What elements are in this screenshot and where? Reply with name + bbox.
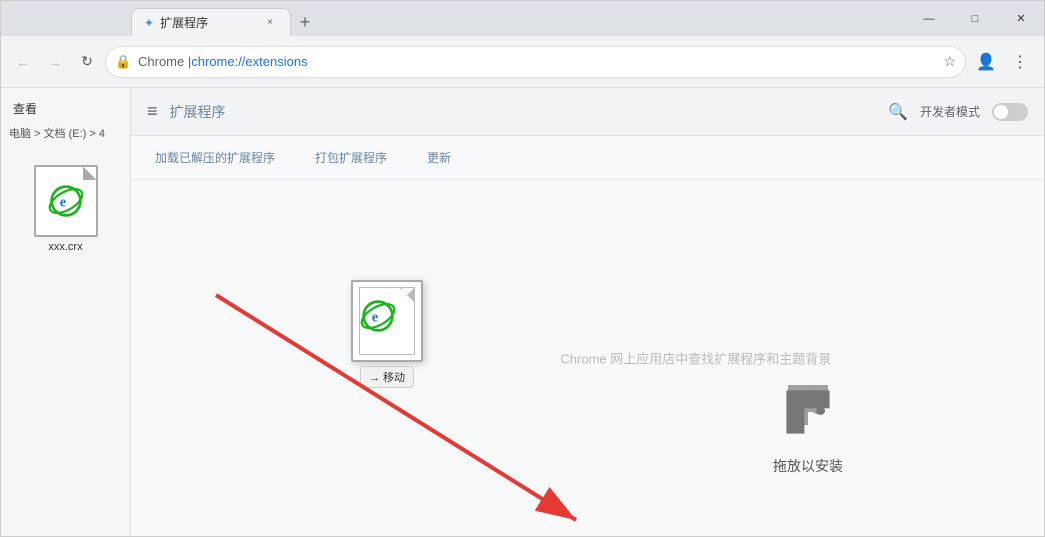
dev-mode-toggle[interactable] [992,103,1028,121]
tab-label: 扩展程序 [160,14,208,31]
crx-file-container: e xxx.crx [1,145,130,273]
ie-logo-icon: e [48,183,84,219]
toolbar-icons: 👤 ⋮ [970,46,1036,78]
extensions-subheader: 加载已解压的扩展程序 打包扩展程序 更新 [131,136,1044,180]
extensions-empty-text: Chrome 网上应用店中查找扩展程序和主题背景 [560,349,831,368]
drop-zone: 拖放以安装 [772,370,844,476]
back-button[interactable]: ← [9,48,37,76]
bookmark-star-icon[interactable]: ☆ [943,53,956,70]
load-unpacked-button[interactable]: 加载已解压的扩展程序 [147,145,283,170]
address-wrapper: 🔒 Chrome | chrome://extensions ☆ [105,46,966,78]
update-button[interactable]: 更新 [419,145,459,170]
address-bar: ← → ↻ 🔒 Chrome | chrome://extensions ☆ 👤… [1,36,1044,88]
tab-extension-icon: ✦ [144,16,154,30]
active-tab[interactable]: ✦ 扩展程序 × [131,8,291,36]
svg-text:e: e [372,309,379,325]
puzzle-icon-better [772,376,844,448]
title-bar: ✦ 扩展程序 × + — □ ✕ [1,1,1044,36]
close-button[interactable]: ✕ [998,1,1044,36]
crx-file-name: xxx.crx [48,241,82,253]
dragging-crx-file: e → 移动 [351,280,423,362]
dragging-ie-logo-icon: e [360,298,396,334]
dev-mode-label: 开发者模式 [920,103,980,120]
main-area: 查看 电脑 > 文档 (E:) > 4 e xxx.crx ≡ 扩展程序 [1,88,1044,536]
url-prefix: Chrome | [138,46,191,78]
tab-close-button[interactable]: × [262,15,278,31]
dragging-file-page-icon: e [359,287,415,355]
new-tab-button[interactable]: + [291,8,319,36]
extensions-header: ≡ 扩展程序 🔍 开发者模式 [131,88,1044,136]
drop-zone-text: 拖放以安装 [773,456,843,476]
svg-text:e: e [59,194,66,210]
refresh-button[interactable]: ↻ [73,48,101,76]
forward-button[interactable]: → [41,48,69,76]
maximize-button[interactable]: □ [952,1,998,36]
sidebar-view-item[interactable]: 查看 [1,96,130,121]
extensions-content: Chrome 网上应用店中查找扩展程序和主题背景 e → 移动 [131,180,1044,536]
crx-file-icon[interactable]: e [34,165,98,237]
profile-button[interactable]: 👤 [970,46,1002,78]
file-explorer-sidebar: 查看 电脑 > 文档 (E:) > 4 e xxx.crx [1,88,131,536]
window-controls: — □ ✕ [906,1,1044,36]
extensions-page: ≡ 扩展程序 🔍 开发者模式 加载已解压的扩展程序 打包扩展程序 更新 Chro… [131,88,1044,536]
breadcrumb: 电脑 > 文档 (E:) > 4 [1,121,130,145]
url-text: chrome://extensions [191,46,307,78]
address-bar-input[interactable]: Chrome | chrome://extensions [105,46,966,78]
secure-icon: 🔒 [115,54,131,70]
browser-window: ✦ 扩展程序 × + — □ ✕ ← → ↻ 🔒 Chrome | chrome… [0,0,1045,537]
minimize-button[interactable]: — [906,1,952,36]
extensions-header-right: 🔍 开发者模式 [888,102,1028,122]
pack-extension-button[interactable]: 打包扩展程序 [307,145,395,170]
extensions-page-title: 扩展程序 [170,102,226,122]
extensions-menu-icon[interactable]: ≡ [147,101,158,122]
drag-move-label: → 移动 [360,366,414,388]
menu-button[interactable]: ⋮ [1004,46,1036,78]
extensions-search-icon[interactable]: 🔍 [888,102,908,122]
